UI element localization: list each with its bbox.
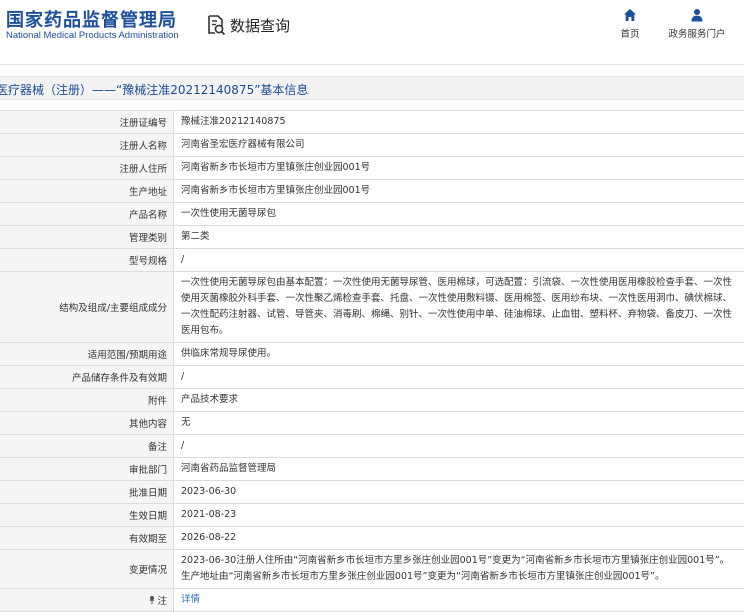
details-link[interactable]: 详情: [181, 592, 200, 608]
table-row: 注册人住所 河南省新乡市长垣市方里镇张庄创业园001号: [0, 157, 744, 180]
table-row: 管理类别 第二类: [0, 226, 744, 249]
row-label: 结构及组成/主要组成成分: [0, 272, 174, 342]
row-value: 河南省新乡市长垣市方里镇张庄创业园001号: [181, 162, 371, 173]
row-value: 一次性使用无菌导尿包由基本配置：一次性使用无菌导尿管、医用棉球，可选配置：引流袋…: [181, 277, 733, 336]
table-row: 批准日期 2023-06-30: [0, 481, 744, 504]
note-row: 注 详情: [0, 589, 744, 612]
row-label: 附件: [0, 389, 174, 411]
site-logo-en[interactable]: National Medical Products Administration: [6, 30, 179, 41]
site-logo-cn[interactable]: 国家药品监督管理局: [6, 6, 177, 32]
table-row: 其他内容 无: [0, 412, 744, 435]
record-title: 医疗器械（注册）——“豫械注准20212140875”基本信息: [0, 83, 309, 97]
table-row: 生效日期 2021-08-23: [0, 504, 744, 527]
row-label: 适用范围/预期用途: [0, 343, 174, 365]
table-row: 注册人名称 河南省圣宏医疗器械有限公司: [0, 134, 744, 157]
user-icon: [691, 9, 703, 22]
row-label: 备注: [0, 435, 174, 457]
row-label: 生效日期: [0, 504, 174, 526]
row-label: 管理类别: [0, 226, 174, 248]
note-label: 注: [0, 589, 174, 611]
home-icon: [624, 9, 636, 21]
row-label: 产品储存条件及有效期: [0, 366, 174, 388]
row-value: 2021-08-23: [181, 509, 237, 520]
row-value: /: [181, 254, 185, 265]
row-value: 河南省圣宏医疗器械有限公司: [181, 139, 305, 150]
row-value: /: [181, 371, 185, 382]
row-value: 河南省药品监督管理局: [181, 463, 277, 474]
table-row: 有效期至 2026-08-22: [0, 527, 744, 550]
row-label: 变更情况: [0, 550, 174, 588]
row-label: 有效期至: [0, 527, 174, 549]
table-row: 产品储存条件及有效期 /: [0, 366, 744, 389]
table-row: 审批部门 河南省药品监督管理局: [0, 458, 744, 481]
row-label: 注册人名称: [0, 134, 174, 156]
pushpin-icon: [150, 595, 155, 605]
data-query-label: 数据查询: [230, 16, 291, 35]
row-value: 豫械注准20212140875: [181, 116, 286, 127]
row-label: 审批部门: [0, 458, 174, 480]
nav-gov-service-portal[interactable]: 政务服务门户: [664, 8, 730, 40]
data-query-title: 数据查询: [206, 13, 290, 37]
table-row: 注册证编号 豫械注准20212140875: [0, 111, 744, 134]
record-title-bar: 医疗器械（注册）——“豫械注准20212140875”基本信息: [0, 76, 744, 100]
row-label: 产品名称: [0, 203, 174, 225]
row-value: 2023-06-30: [181, 486, 237, 497]
note-label-text: 注: [157, 596, 167, 607]
nav-home[interactable]: 首页: [612, 8, 648, 40]
document-search-icon: [208, 15, 226, 36]
table-row: 适用范围/预期用途 供临床常规导尿使用。: [0, 343, 744, 366]
nav-gov-label: 政务服务门户: [668, 29, 726, 40]
record-detail-table: 注册证编号 豫械注准20212140875 注册人名称 河南省圣宏医疗器械有限公…: [0, 110, 744, 612]
row-label: 注册人住所: [0, 157, 174, 179]
row-value: 2026-08-22: [181, 532, 237, 543]
table-row: 型号规格 /: [0, 249, 744, 272]
note-value: 详情: [174, 589, 744, 611]
header-divider: [0, 64, 744, 65]
table-row: 生产地址 河南省新乡市长垣市方里镇张庄创业园001号: [0, 180, 744, 203]
site-header: 国家药品监督管理局 National Medical Products Admi…: [0, 0, 744, 50]
row-value: 第二类: [181, 231, 210, 242]
row-value: 产品技术要求: [181, 394, 239, 405]
row-label: 注册证编号: [0, 111, 174, 133]
row-value: 2023-06-30注册人住所由“河南省新乡市长垣市方里乡张庄创业园001号”变…: [181, 555, 730, 582]
row-label: 生产地址: [0, 180, 174, 202]
row-label: 型号规格: [0, 249, 174, 271]
row-value: 供临床常规导尿使用。: [181, 348, 277, 359]
table-row: 变更情况 2023-06-30注册人住所由“河南省新乡市长垣市方里乡张庄创业园0…: [0, 550, 744, 589]
row-label: 其他内容: [0, 412, 174, 434]
row-label: 批准日期: [0, 481, 174, 503]
nav-home-label: 首页: [620, 29, 640, 40]
row-value: 无: [181, 417, 191, 428]
row-value: 一次性使用无菌导尿包: [181, 208, 277, 219]
table-row: 备注 /: [0, 435, 744, 458]
table-row: 产品名称 一次性使用无菌导尿包: [0, 203, 744, 226]
table-row: 结构及组成/主要组成成分 一次性使用无菌导尿包由基本配置：一次性使用无菌导尿管、…: [0, 272, 744, 343]
table-row: 附件 产品技术要求: [0, 389, 744, 412]
row-value: 河南省新乡市长垣市方里镇张庄创业园001号: [181, 185, 371, 196]
row-value: /: [181, 440, 185, 451]
